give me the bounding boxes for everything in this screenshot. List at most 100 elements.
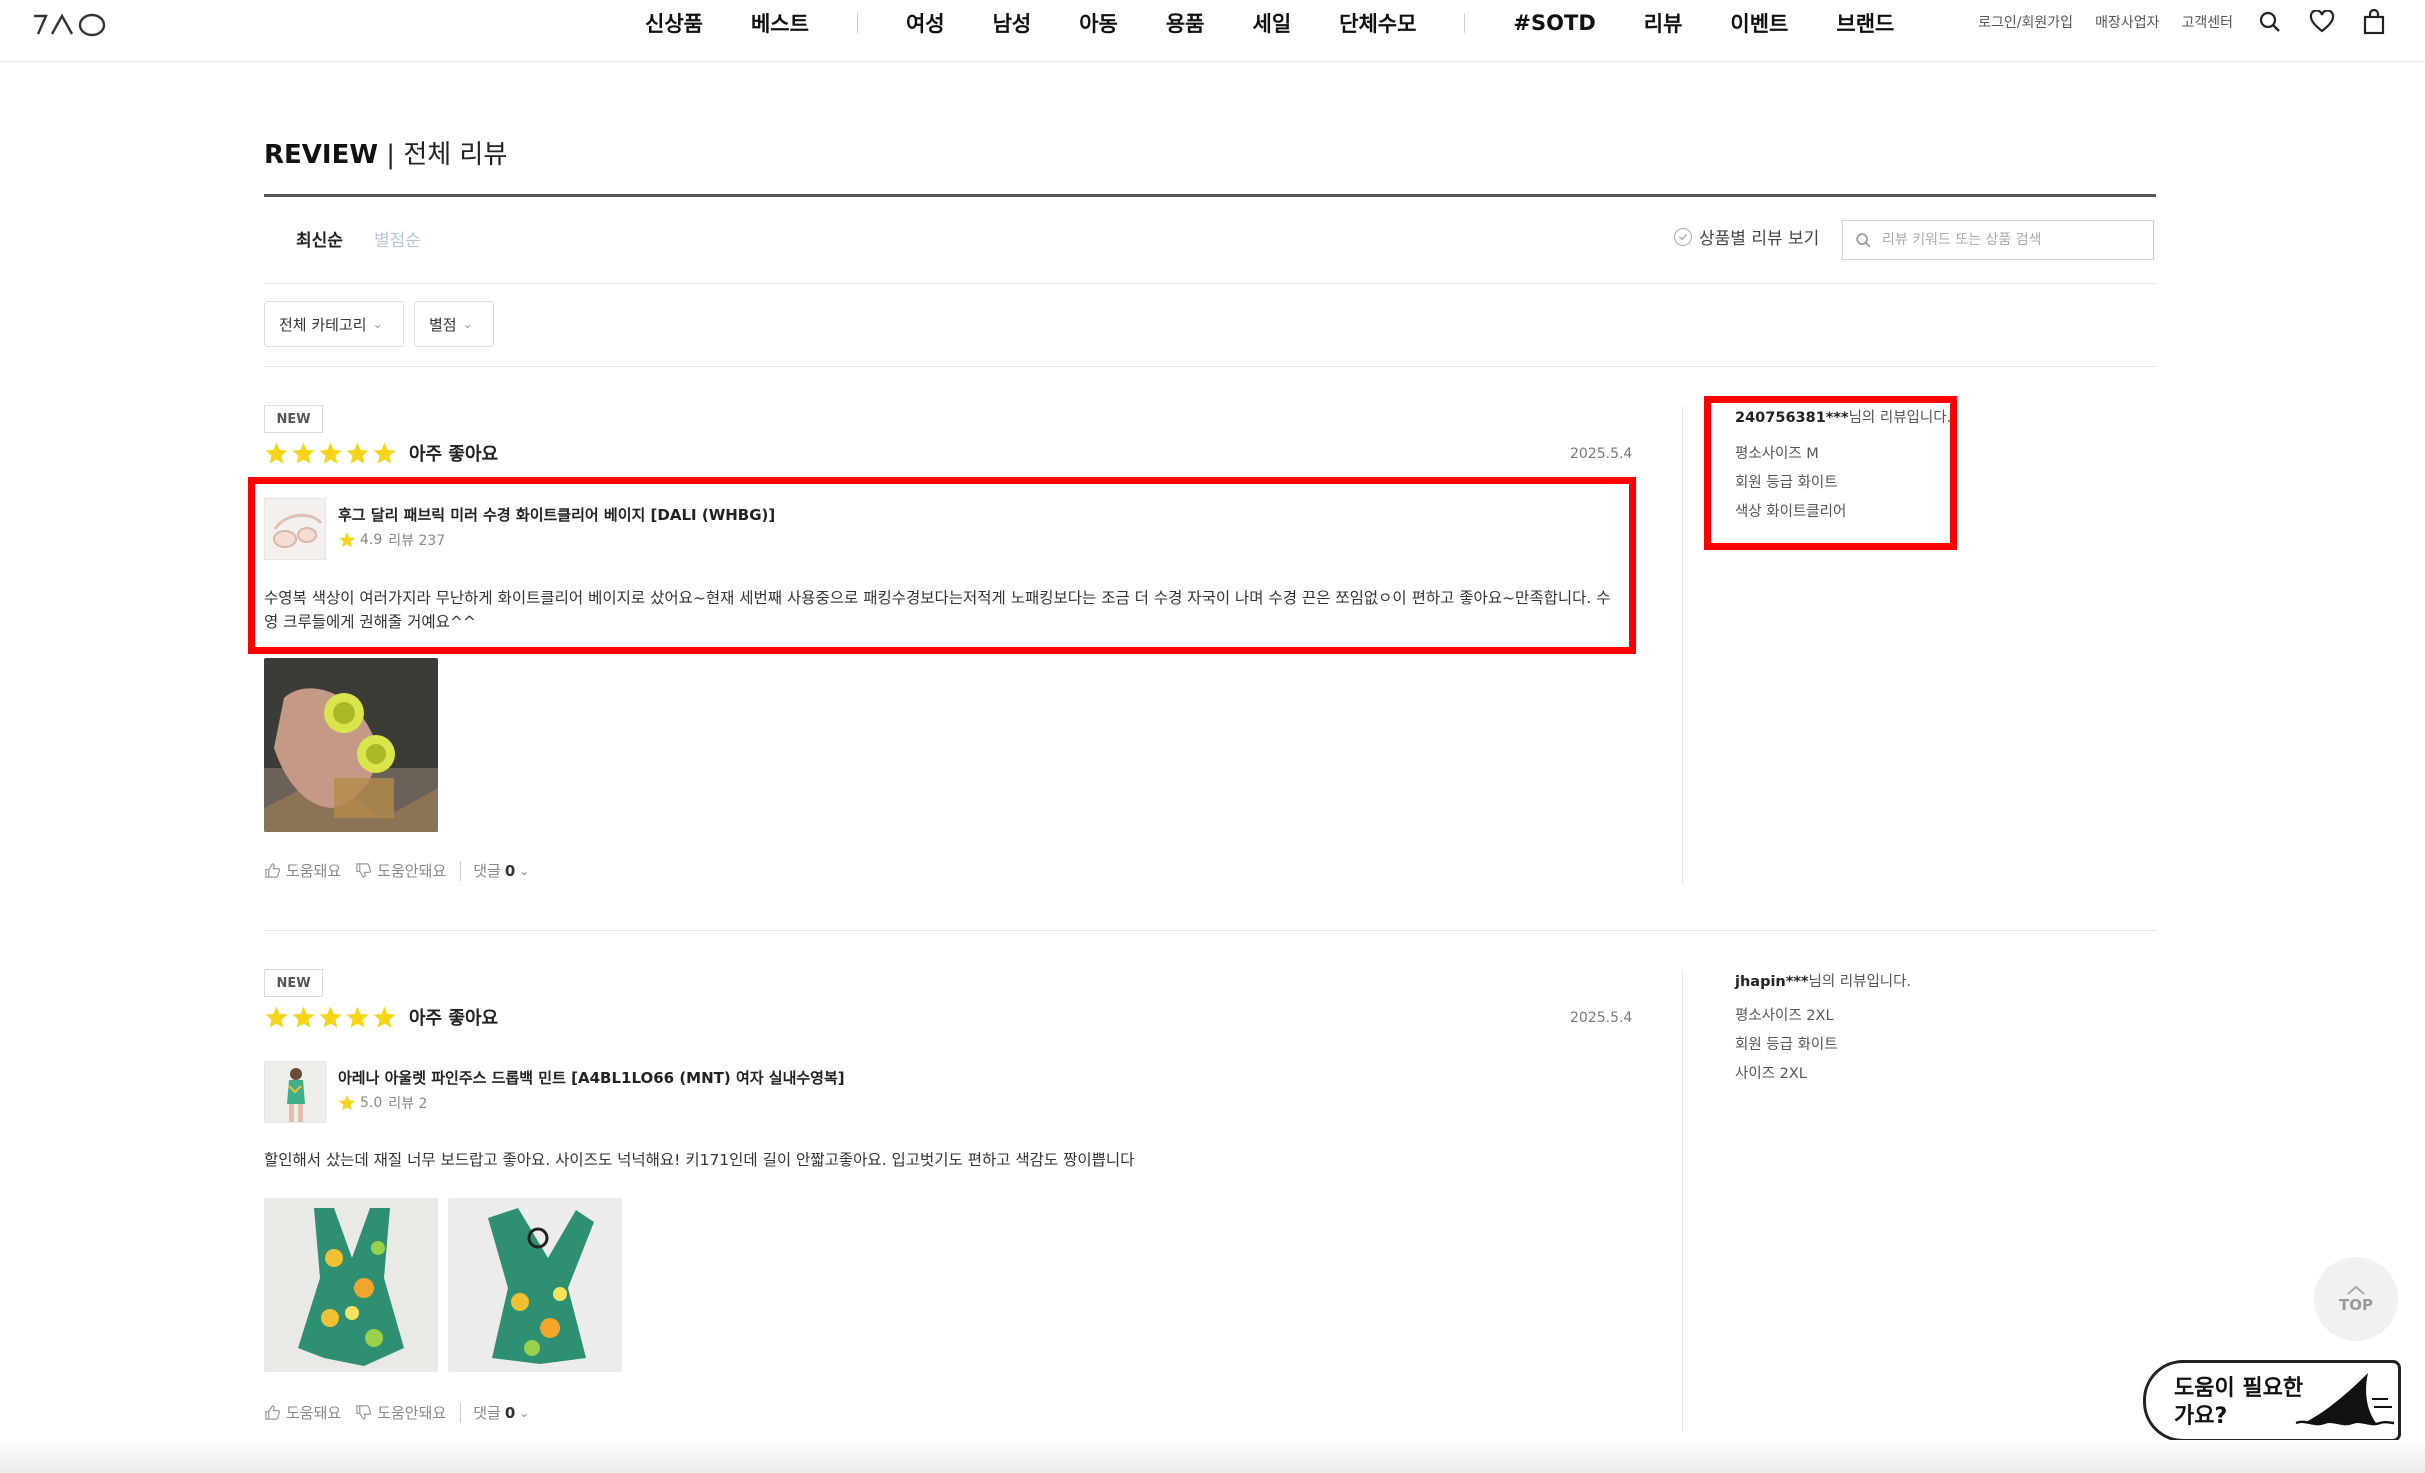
star-icon — [373, 1006, 396, 1028]
star-icon — [339, 532, 355, 548]
new-badge: NEW — [264, 405, 323, 433]
reviewer-suffix: 님의 리뷰입니다. — [1848, 410, 1952, 426]
review-date: 2025.5.4 — [1570, 1010, 1633, 1026]
help-chat-button[interactable]: 도움이 필요한가요? — [2143, 1360, 2401, 1442]
login-link[interactable]: 로그인/회원가입 — [1978, 12, 2073, 32]
rating-stars: 아주 좋아요 — [264, 1004, 498, 1030]
star-icon — [292, 1006, 315, 1028]
product-thumbnail[interactable] — [264, 498, 326, 560]
nav-best[interactable]: 베스트 — [751, 8, 809, 38]
nav-divider — [856, 13, 858, 33]
review-photo[interactable] — [264, 1198, 438, 1372]
review-photo[interactable] — [264, 658, 438, 832]
chevron-down-icon: ⌄ — [462, 317, 473, 331]
review-actions: 도움돼요 도움안돼요 댓글 0 ⌄ — [264, 1402, 543, 1423]
nav-sale[interactable]: 세일 — [1253, 8, 1292, 38]
rating-filter-dropdown[interactable]: 별점 ⌄ — [414, 301, 494, 347]
sort-bar: 최신순 별점순 상품별 리뷰 보기 — [264, 198, 2156, 284]
reviewer-attribute: 사이즈 2XL — [1735, 1066, 1807, 1082]
help-chat-label: 도움이 필요한가요? — [2174, 1376, 2304, 1429]
check-circle-icon — [1674, 227, 1692, 246]
comments-count: 0 — [504, 861, 516, 880]
reviewer-attribute: 회원 등급 화이트 — [1735, 1037, 1838, 1053]
not-helpful-button[interactable]: 도움안돼요 — [355, 1402, 446, 1423]
brand-logo[interactable] — [32, 8, 122, 38]
sort-latest[interactable]: 최신순 — [296, 226, 343, 251]
product-thumbnail[interactable] — [264, 1061, 326, 1123]
nav-men[interactable]: 남성 — [993, 8, 1032, 38]
rating-stars: 아주 좋아요 — [264, 440, 498, 466]
shopping-bag-icon[interactable] — [2359, 7, 2389, 37]
helpful-label: 도움돼요 — [286, 862, 342, 880]
not-helpful-label: 도움안돼요 — [377, 1404, 447, 1422]
nav-sotd[interactable]: #SOTD — [1513, 11, 1595, 35]
star-icon — [292, 442, 315, 464]
nav-women[interactable]: 여성 — [906, 8, 945, 38]
thumbs-down-icon — [356, 863, 372, 878]
reviewer-info: jhapin***님의 리뷰입니다. 평소사이즈 2XL 회원 등급 화이트 사… — [1682, 970, 2156, 1432]
star-icon — [319, 1006, 342, 1028]
thumbs-down-icon — [356, 1405, 372, 1420]
customer-center-link[interactable]: 고객센터 — [2181, 12, 2233, 32]
nav-kids[interactable]: 아동 — [1079, 8, 1118, 38]
nav-team-cap[interactable]: 단체수모 — [1339, 8, 1416, 38]
by-product-toggle[interactable]: 상품별 리뷰 보기 — [1674, 224, 1819, 249]
review-photo[interactable] — [448, 1198, 622, 1372]
review-actions: 도움돼요 도움안돼요 댓글 0 ⌄ — [264, 860, 543, 881]
scroll-top-button[interactable]: TOP — [2314, 1257, 2398, 1341]
reviewer-attribute: 색상 화이트클리어 — [1735, 504, 1847, 520]
product-name[interactable]: 후그 달리 패브릭 미러 수경 화이트클리어 베이지 [DALI (WHBG)] — [338, 504, 775, 525]
comments-toggle[interactable]: 댓글 0 ⌄ — [473, 860, 529, 881]
nav-brand[interactable]: 브랜드 — [1836, 8, 1894, 38]
main-nav: 신상품 베스트 여성 남성 아동 용품 세일 단체수모 #SOTD 리뷰 이벤트… — [645, 0, 1942, 46]
thumbs-up-icon — [265, 1405, 280, 1420]
store-business-link[interactable]: 매장사업자 — [2095, 12, 2159, 32]
comments-toggle[interactable]: 댓글 0 ⌄ — [473, 1402, 529, 1423]
review-date: 2025.5.4 — [1570, 446, 1633, 462]
reviewer-attribute: 평소사이즈 M — [1735, 446, 1819, 462]
review-item: NEW 아주 좋아요 2025.5.4 후그 달리 패브릭 미러 수경 화이트클… — [264, 368, 2156, 931]
sort-rating[interactable]: 별점순 — [374, 226, 421, 251]
reviewer-suffix: 님의 리뷰입니다. — [1808, 974, 1912, 990]
product-meta: 5.0 리뷰 2 — [338, 1093, 427, 1113]
reviewer-id: 240756381*** — [1735, 410, 1849, 426]
reviewer-id: jhapin*** — [1735, 974, 1809, 990]
not-helpful-label: 도움안돼요 — [377, 862, 447, 880]
product-score: 5.0 — [360, 1095, 383, 1111]
site-header: 신상품 베스트 여성 남성 아동 용품 세일 단체수모 #SOTD 리뷰 이벤트… — [0, 0, 2425, 62]
action-divider — [460, 1402, 462, 1423]
nav-new[interactable]: 신상품 — [645, 8, 703, 38]
review-text: 수영복 색상이 여러가지라 무난하게 화이트클리어 베이지로 샀어요~현재 세번… — [264, 589, 1611, 631]
category-filter-label: 전체 카테고리 — [279, 315, 367, 334]
reviewer-attribute: 회원 등급 화이트 — [1735, 475, 1838, 491]
category-filter-dropdown[interactable]: 전체 카테고리 ⌄ — [264, 301, 404, 347]
nav-review[interactable]: 리뷰 — [1644, 8, 1683, 38]
review-text: 할인해서 샀는데 재질 너무 보드랍고 좋아요. 사이즈도 넉넉해요! 키171… — [264, 1151, 1135, 1169]
reviewer-line: jhapin***님의 리뷰입니다. — [1735, 970, 1911, 991]
review-item: NEW 아주 좋아요 2025.5.4 아레나 아울렛 파인주스 드롭백 민트 … — [264, 932, 2156, 1452]
heart-icon[interactable] — [2307, 7, 2337, 37]
product-meta: 4.9 리뷰 237 — [338, 530, 445, 550]
title-divider — [264, 194, 2156, 197]
filter-bar: 전체 카테고리 ⌄ 별점 ⌄ — [264, 285, 2156, 367]
star-icon — [346, 442, 369, 464]
helpful-button[interactable]: 도움돼요 — [264, 860, 341, 881]
comments-label: 댓글 — [473, 862, 501, 880]
helpful-button[interactable]: 도움돼요 — [264, 1402, 341, 1423]
nav-goods[interactable]: 용품 — [1166, 8, 1205, 38]
product-name[interactable]: 아레나 아울렛 파인주스 드롭백 민트 [A4BL1LO66 (MNT) 여자 … — [338, 1067, 845, 1088]
chevron-up-icon — [2347, 1285, 2365, 1295]
reviewer-info: 240756381***님의 리뷰입니다. 평소사이즈 M 회원 등급 화이트 … — [1682, 406, 2156, 884]
star-icon — [373, 442, 396, 464]
search-icon[interactable] — [2255, 7, 2285, 37]
rating-filter-label: 별점 — [429, 315, 457, 334]
search-icon — [1856, 232, 1871, 248]
rating-label: 아주 좋아요 — [409, 444, 499, 465]
not-helpful-button[interactable]: 도움안돼요 — [355, 860, 446, 881]
review-search — [1842, 220, 2154, 260]
reviewer-line: 240756381***님의 리뷰입니다. — [1735, 406, 1951, 427]
scroll-top-label: TOP — [2339, 1296, 2373, 1314]
review-search-input[interactable] — [1882, 232, 2142, 248]
new-badge: NEW — [264, 969, 323, 997]
nav-event[interactable]: 이벤트 — [1730, 8, 1788, 38]
